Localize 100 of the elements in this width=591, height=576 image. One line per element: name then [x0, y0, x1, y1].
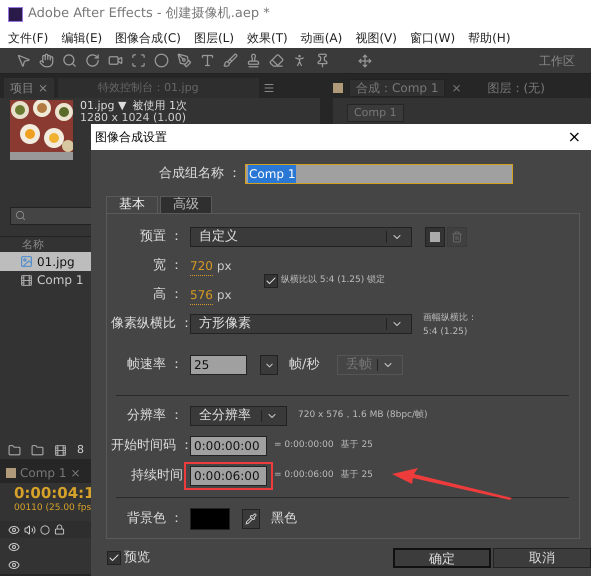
field-label: 分辨率 ：: [126, 407, 184, 426]
panel-tab[interactable]: 项目 ×: [4, 78, 54, 98]
color-swatch[interactable]: [190, 508, 230, 530]
brush-icon[interactable]: [223, 53, 238, 68]
field-label: 高 ：: [152, 286, 184, 304]
frame-aspect-label: 画幅纵横比：: [423, 312, 477, 325]
eyedropper-button[interactable]: [242, 509, 260, 529]
close-icon[interactable]: ×: [38, 79, 48, 97]
field-label: 开始时间码 ：: [111, 437, 190, 456]
folder-icon[interactable]: [31, 444, 44, 458]
dialog-tab[interactable]: 基本: [106, 196, 158, 213]
menu-item[interactable]: 帮助(H): [468, 29, 511, 47]
frame-count: 00110 (25.00 fps: [14, 502, 92, 516]
checkbox-label: 预览: [124, 549, 150, 568]
speaker-icon[interactable]: [24, 524, 36, 536]
menu-item[interactable]: 视图(V): [355, 29, 397, 47]
rotate-icon[interactable]: [85, 53, 100, 68]
bpc-label[interactable]: 8: [77, 442, 84, 459]
close-button[interactable]: ×: [568, 125, 581, 149]
app-logo-icon: [8, 6, 23, 22]
eraser-icon[interactable]: [269, 53, 284, 68]
new-preset-icon: [430, 232, 440, 242]
unit-label: 帧/秒: [289, 356, 320, 374]
eye-icon[interactable]: [8, 559, 20, 572]
field-label: 合成组名称 ：: [158, 165, 242, 184]
panel-menu-icon[interactable]: [262, 82, 275, 94]
color-chip-icon: [6, 468, 16, 478]
lock-icon[interactable]: [54, 524, 65, 536]
check-icon: [108, 552, 120, 564]
file-name[interactable]: 01.jpg ▼: [80, 100, 126, 112]
field-label: 持续时间: [130, 467, 184, 486]
menu-item[interactable]: 动画(A): [300, 29, 342, 47]
caret-icon: [377, 359, 394, 371]
pin-icon[interactable]: [315, 53, 330, 68]
workspace-label: 工作区: [539, 52, 575, 70]
trash-icon: [451, 231, 463, 243]
dialog-title: 图像合成设置: [95, 129, 167, 146]
ok-button[interactable]: 确定: [393, 548, 491, 568]
folder-icon[interactable]: [8, 444, 21, 458]
unit-label: px: [216, 287, 232, 304]
usage-text: 被使用 1次: [132, 100, 187, 112]
menu-item[interactable]: 图像合成(C): [115, 29, 181, 47]
eye-icon[interactable]: [8, 524, 20, 536]
frame-rate-field[interactable]: 25: [190, 355, 247, 375]
composition-icon[interactable]: [54, 444, 67, 458]
field-label: 帧速率 ：: [126, 356, 184, 374]
height-value[interactable]: 576: [190, 286, 213, 304]
caret-icon: [261, 410, 278, 422]
save-preset-button[interactable]: [425, 227, 445, 247]
move-icon[interactable]: [358, 54, 372, 68]
search-icon[interactable]: [62, 53, 77, 68]
timecode-field[interactable]: 0:00:06:00: [190, 466, 267, 486]
eyedropper-icon: [245, 513, 257, 525]
image-file-icon: [20, 255, 33, 268]
unit-label: px: [216, 258, 232, 275]
resolution-info: 720 x 576，1.6 MB (8bpc/帧): [298, 409, 428, 422]
color-name: 黑色: [271, 510, 297, 528]
timecode-base: 基于 25: [340, 439, 373, 452]
color-chip-icon: [333, 83, 343, 93]
menu-item[interactable]: 图层(L): [194, 29, 234, 47]
menu-item[interactable]: 文件(F): [8, 29, 48, 47]
stamp-icon[interactable]: [246, 53, 261, 68]
search-icon: [15, 210, 26, 222]
width-value[interactable]: 720: [190, 256, 213, 276]
text-icon[interactable]: [200, 53, 215, 68]
pen-icon[interactable]: [177, 53, 192, 68]
figure-icon[interactable]: [292, 53, 307, 68]
thumbnail-bar: [10, 152, 73, 160]
timecode-field[interactable]: 0:00:00:00: [190, 436, 267, 456]
hand-icon[interactable]: [39, 53, 54, 68]
cancel-button[interactable]: 取消: [493, 548, 591, 568]
frame-aspect-value: 5:4 (1.25): [423, 326, 468, 339]
eye-icon[interactable]: [8, 541, 20, 554]
preset-dropdown[interactable]: 自定义: [190, 227, 412, 247]
menu-item[interactable]: 编辑(E): [61, 29, 102, 47]
field-label: 背景色 ：: [126, 510, 184, 528]
timecode-base: 基于 25: [340, 469, 373, 482]
ellipse-icon[interactable]: [154, 53, 169, 68]
preview-checkbox[interactable]: [107, 551, 121, 565]
solo-icon[interactable]: [40, 524, 50, 535]
camera-icon[interactable]: [108, 53, 123, 68]
pixel-aspect-dropdown[interactable]: 方形像素: [190, 314, 412, 334]
frame-icon[interactable]: [131, 53, 146, 68]
check-icon: [265, 274, 277, 286]
caret-icon: [386, 318, 403, 330]
timecode-equals: = 0:00:06:00: [274, 469, 334, 482]
field-label: 宽 ：: [152, 257, 184, 276]
caret-icon: [386, 231, 403, 243]
name-field[interactable]: Comp 1: [245, 164, 513, 184]
dialog-tab[interactable]: 高级: [160, 196, 212, 213]
dimensions-text: 1280 x 1024 (1.00): [80, 112, 187, 124]
menu-item[interactable]: 窗口(W): [410, 29, 456, 47]
composition-icon: [20, 274, 33, 287]
field-label: 像素纵横比 ：: [111, 315, 190, 334]
pointer-icon[interactable]: [16, 53, 31, 68]
menu-item[interactable]: 效果(T): [247, 29, 288, 47]
frame-rate-menu-button[interactable]: [260, 355, 278, 375]
lock-checkbox[interactable]: [264, 274, 278, 288]
resolution-dropdown[interactable]: 全分辨率: [190, 406, 287, 426]
checkbox-label: 纵横比以 5:4 (1.25) 锁定: [281, 274, 386, 287]
